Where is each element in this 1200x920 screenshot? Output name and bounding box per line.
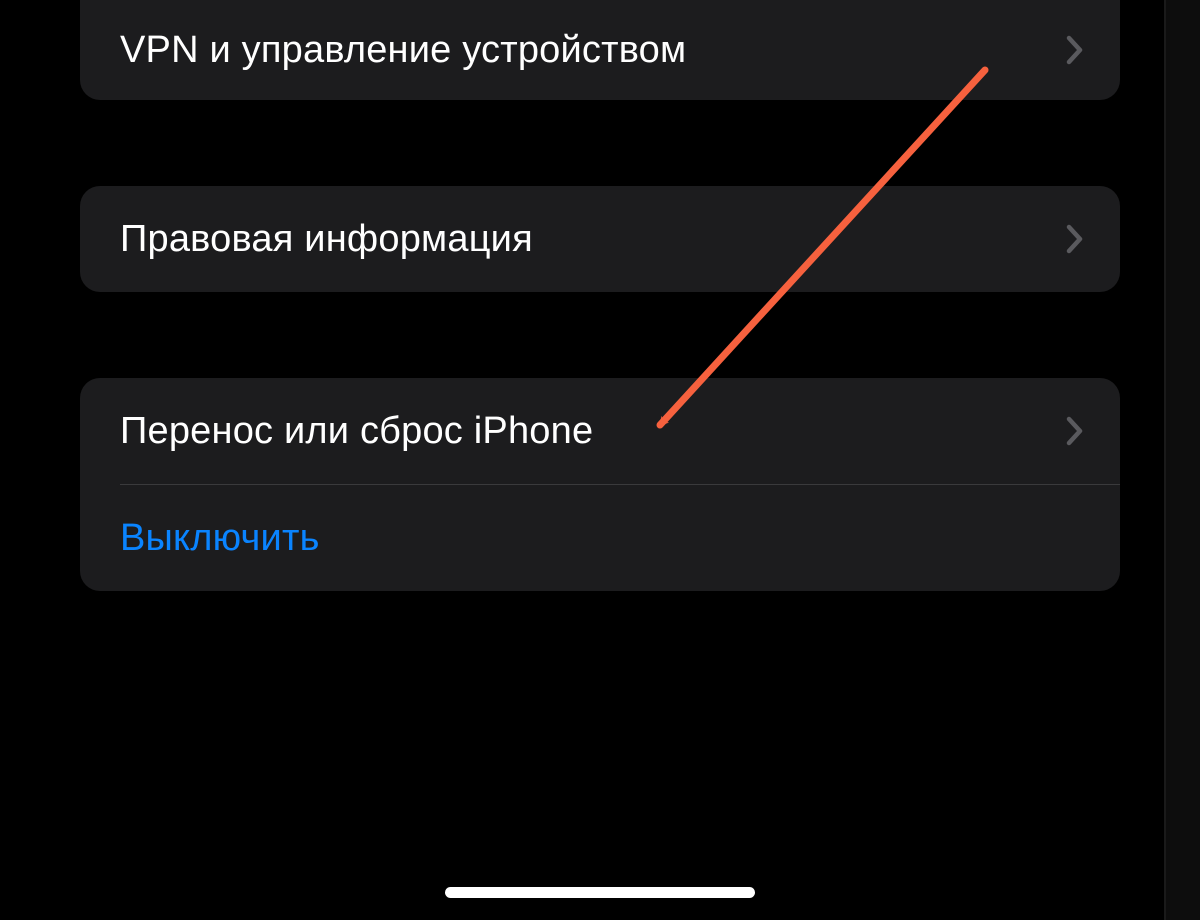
row-shutdown[interactable]: Выключить	[80, 485, 1120, 591]
row-label: VPN и управление устройством	[120, 29, 686, 72]
settings-group-general-tail: VPN и управление устройством	[80, 0, 1120, 100]
settings-group-legal: Правовая информация	[80, 186, 1120, 292]
settings-list: VPN и управление устройством Правовая ин…	[80, 0, 1120, 591]
home-indicator[interactable]	[445, 887, 755, 898]
row-transfer-or-reset-iphone[interactable]: Перенос или сброс iPhone	[80, 378, 1120, 484]
right-edge-strip	[1164, 0, 1200, 920]
row-label: Правовая информация	[120, 218, 533, 261]
row-vpn-device-management[interactable]: VPN и управление устройством	[80, 0, 1120, 100]
chevron-right-icon	[1066, 223, 1084, 255]
settings-group-reset: Перенос или сброс iPhone Выключить	[80, 378, 1120, 591]
chevron-right-icon	[1066, 415, 1084, 447]
row-legal-info[interactable]: Правовая информация	[80, 186, 1120, 292]
row-label: Перенос или сброс iPhone	[120, 410, 593, 453]
chevron-right-icon	[1066, 34, 1084, 66]
row-label: Выключить	[120, 517, 320, 560]
settings-screen: VPN и управление устройством Правовая ин…	[0, 0, 1200, 920]
